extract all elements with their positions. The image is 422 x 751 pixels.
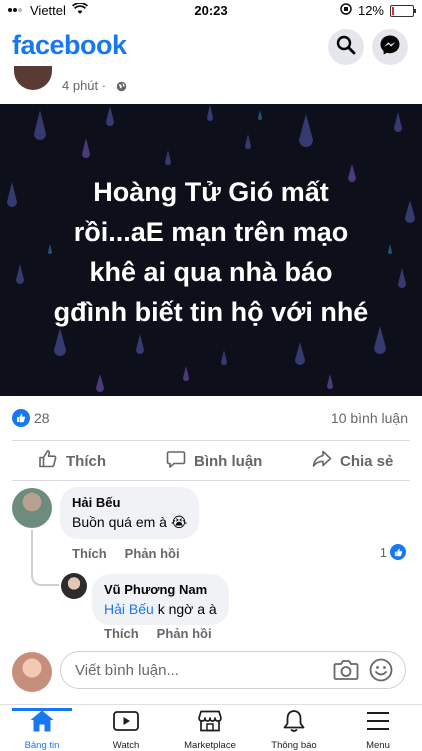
comment-like-button[interactable]: Thích	[72, 546, 107, 561]
search-icon	[336, 35, 356, 60]
bottom-navigation: Bảng tin Watch Marketplace Thông báo Men…	[0, 704, 422, 751]
reply-text: Hải Bếu k ngờ a à	[104, 601, 217, 617]
globe-icon	[116, 79, 127, 97]
crying-emoji: 😭	[170, 514, 188, 530]
nav-watch[interactable]: Watch	[84, 709, 168, 751]
divider	[12, 440, 410, 441]
facebook-logo[interactable]: facebook	[12, 30, 127, 61]
image-caption: Hoàng Tử Gió mất rồi...aE mạn trên mạo k…	[20, 172, 402, 332]
current-user-avatar[interactable]	[12, 652, 52, 692]
reply-avatar[interactable]	[61, 573, 87, 599]
comment-text-body: Buồn quá em à	[72, 514, 167, 530]
nav-notifications-label: Thông báo	[271, 740, 317, 751]
watch-icon	[112, 709, 140, 738]
nav-notifications[interactable]: Thông báo	[252, 709, 336, 751]
comment-reaction-count[interactable]: 1	[380, 544, 406, 560]
emoji-icon[interactable]	[369, 658, 393, 687]
reply-author-name[interactable]: Vũ Phương Nam	[104, 582, 217, 597]
post-author-avatar[interactable]	[14, 66, 52, 90]
camera-icon[interactable]	[333, 658, 359, 687]
comment-actions: Thích Phản hồi	[72, 546, 180, 561]
share-button[interactable]: Chia sẻ	[312, 442, 393, 480]
search-button[interactable]	[328, 29, 364, 65]
bell-icon	[281, 709, 307, 738]
commenter-name[interactable]: Hải Bếu	[72, 495, 187, 510]
battery-percent: 12%	[357, 3, 384, 18]
messenger-icon	[379, 34, 401, 61]
nav-menu[interactable]: Menu	[336, 709, 420, 751]
commenter-avatar[interactable]	[12, 488, 52, 528]
like-reaction-icon[interactable]	[12, 409, 30, 427]
like-button-label: Thích	[66, 452, 106, 470]
battery-icon	[390, 4, 416, 17]
reply-thread-line	[31, 530, 59, 586]
share-icon	[312, 449, 332, 473]
post-stats: 28 10 bình luận	[0, 404, 422, 434]
write-comment-bar: Viết bình luận...	[0, 644, 422, 700]
marketplace-icon	[196, 709, 224, 738]
comment-button[interactable]: Bình luận	[166, 442, 262, 480]
comment-reply-button[interactable]: Phản hồi	[125, 546, 180, 561]
nav-home[interactable]: Bảng tin	[0, 708, 84, 751]
messenger-button[interactable]	[372, 29, 408, 65]
post-time: 4 phút ·	[62, 78, 107, 93]
orientation-lock-icon	[340, 3, 352, 18]
reply-like-button[interactable]: Thích	[104, 626, 139, 641]
image-caption-line: khê ai qua nhà báo	[89, 257, 333, 287]
nav-marketplace[interactable]: Marketplace	[168, 709, 252, 751]
status-bar: Viettel 20:23 12%	[0, 0, 422, 22]
active-tab-indicator	[12, 708, 72, 711]
post-header: 4 phút ·	[14, 66, 414, 100]
divider	[12, 480, 410, 481]
like-reaction-icon	[390, 544, 406, 560]
home-icon	[29, 709, 55, 738]
reply-actions: Thích Phản hồi	[104, 626, 212, 641]
image-caption-line: gđình biết tin hộ với nhé	[53, 297, 369, 327]
post-image[interactable]: Hoàng Tử Gió mất rồi...aE mạn trên mạo k…	[0, 104, 422, 396]
comment-text: Buồn quá em à 😭	[72, 514, 187, 531]
thumbs-up-icon	[38, 449, 58, 473]
like-count[interactable]: 28	[34, 410, 50, 426]
comment-button-label: Bình luận	[194, 452, 263, 470]
reply-text-body: k ngờ a à	[153, 601, 217, 617]
comment-input[interactable]: Viết bình luận...	[60, 651, 406, 689]
reaction-count: 1	[379, 544, 387, 560]
nav-watch-label: Watch	[112, 740, 140, 751]
share-button-label: Chia sẻ	[340, 452, 394, 470]
menu-icon	[365, 709, 391, 738]
reply-reply-button[interactable]: Phản hồi	[157, 626, 212, 641]
reply-bubble: Vũ Phương Nam Hải Bếu k ngờ a à	[92, 574, 229, 625]
nav-menu-label: Menu	[366, 740, 390, 751]
image-caption-line: Hoàng Tử Gió mất	[93, 177, 329, 207]
mention-link[interactable]: Hải Bếu	[104, 601, 154, 617]
post-actions: Thích Bình luận Chia sẻ	[0, 442, 422, 480]
comment-count[interactable]: 10 bình luận	[331, 410, 408, 426]
nav-marketplace-label: Marketplace	[184, 740, 236, 751]
status-right: 12%	[340, 3, 416, 18]
battery-fill	[392, 6, 394, 15]
image-caption-line: rồi...aE mạn trên mạo	[73, 217, 349, 247]
nav-home-label: Bảng tin	[24, 740, 60, 751]
comment-bubble: Hải Bếu Buồn quá em à 😭	[60, 487, 200, 539]
app-header: facebook	[0, 24, 422, 72]
comment-icon	[166, 449, 186, 473]
comment-input-placeholder: Viết bình luận...	[75, 662, 179, 679]
like-button[interactable]: Thích	[38, 442, 106, 480]
